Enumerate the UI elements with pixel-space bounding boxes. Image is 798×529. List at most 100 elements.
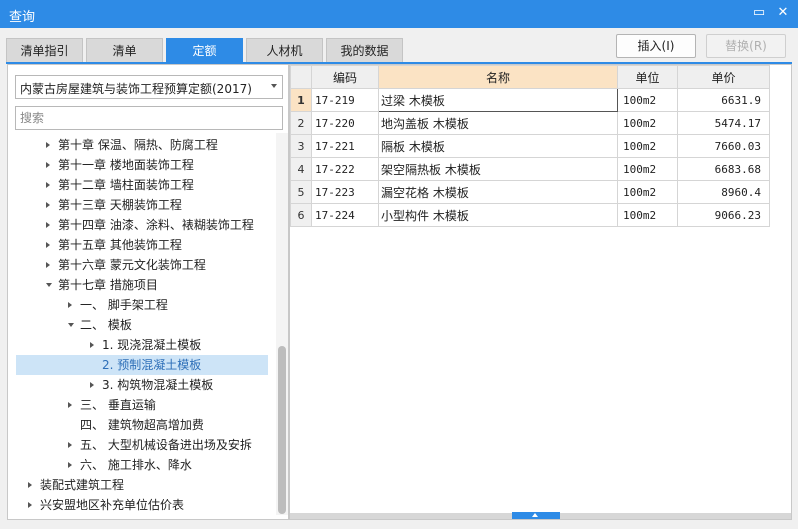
replace-button[interactable]: 替换(R) [706, 34, 786, 58]
tree-node-label: 兴安盟地区补充单位估价表 [40, 498, 185, 512]
tree-scrollbar[interactable] [276, 133, 288, 515]
collapsed-arrow-icon[interactable] [90, 342, 94, 348]
tree-node[interactable]: 四、 建筑物超高增加费 [16, 415, 268, 435]
tree-node[interactable]: 三、 垂直运输 [16, 395, 268, 415]
splitter-grip[interactable] [512, 512, 560, 519]
tree-node-label: 第十章 保温、隔热、防腐工程 [58, 138, 218, 152]
table-row[interactable]: 1 17-219 过梁 木模板 100m2 6631.9 [290, 88, 770, 112]
tree-node[interactable]: 第十六章 蒙元文化装饰工程 [16, 255, 268, 275]
tree-node[interactable]: 第十七章 措施项目 [16, 275, 268, 295]
collapsed-arrow-icon[interactable] [46, 142, 50, 148]
tree-node[interactable]: 第十一章 楼地面装饰工程 [16, 155, 268, 175]
tree-node-label: 3. 构筑物混凝土模板 [102, 378, 214, 392]
tree-node-label: 第十七章 措施项目 [58, 278, 158, 292]
quota-table-body: 1 17-219 过梁 木模板 100m2 6631.9 2 17-220 地沟盖板 木模板 1… [290, 88, 770, 227]
insert-button[interactable]: 插入(I) [616, 34, 696, 58]
quota-library-select[interactable]: 内蒙古房屋建筑与装饰工程预算定额(2017) [15, 75, 283, 99]
table-row[interactable]: 5 17-223 漏空花格 木模板 100m2 8960.4 [290, 180, 770, 204]
collapsed-arrow-icon[interactable] [46, 162, 50, 168]
search-input[interactable] [15, 106, 283, 130]
collapsed-arrow-icon[interactable] [68, 462, 72, 468]
tree-node[interactable]: 第十章 保温、隔热、防腐工程 [16, 135, 268, 155]
collapsed-arrow-icon[interactable] [46, 202, 50, 208]
unit-cell: 100m2 [617, 134, 678, 158]
tree-node-label: 二、 模板 [80, 318, 132, 332]
price-cell: 8960.4 [677, 180, 770, 204]
tree-node[interactable]: 第十四章 油漆、涂料、裱糊装饰工程 [16, 215, 268, 235]
tree-node-label: 2. 预制混凝土模板 [102, 358, 202, 372]
expanded-arrow-icon[interactable] [46, 283, 52, 287]
tree-node[interactable]: 兴安盟地区补充单位估价表 [16, 495, 268, 515]
unit-column-header[interactable]: 单位 [617, 65, 678, 89]
tree-node-label: 第十二章 墙柱面装饰工程 [58, 178, 194, 192]
code-cell: 17-221 [311, 134, 379, 158]
collapsed-arrow-icon[interactable] [46, 242, 50, 248]
row-number-cell: 3 [290, 134, 312, 158]
code-cell: 17-219 [311, 88, 379, 112]
tree-node[interactable]: 1. 现浇混凝土模板 [16, 335, 268, 355]
code-cell: 17-222 [311, 157, 379, 181]
price-cell: 7660.03 [677, 134, 770, 158]
tab-bill[interactable]: 清单 [86, 38, 163, 62]
tree-node-label: 第十四章 油漆、涂料、裱糊装饰工程 [58, 218, 254, 232]
tree-node[interactable]: 3. 构筑物混凝土模板 [16, 375, 268, 395]
collapsed-arrow-icon[interactable] [28, 502, 32, 508]
row-number-cell: 4 [290, 157, 312, 181]
tree-node[interactable]: 五、 大型机械设备进出场及安拆 [16, 435, 268, 455]
table-row[interactable]: 6 17-224 小型构件 木模板 100m2 9066.23 [290, 203, 770, 227]
code-column-header[interactable]: 编码 [311, 65, 379, 89]
close-icon[interactable]: ✕ [776, 6, 790, 20]
row-number-cell: 6 [290, 203, 312, 227]
collapsed-arrow-icon[interactable] [90, 382, 94, 388]
tab-quota[interactable]: 定额 [166, 38, 243, 62]
horizontal-splitter[interactable] [290, 512, 791, 519]
collapsed-arrow-icon[interactable] [28, 482, 32, 488]
tree-node[interactable]: 二、 模板 [16, 315, 268, 335]
tree-node[interactable]: 装配式建筑工程 [16, 475, 268, 495]
collapsed-arrow-icon[interactable] [68, 402, 72, 408]
tree-node[interactable]: 一、 脚手架工程 [16, 295, 268, 315]
row-number-cell: 2 [290, 111, 312, 135]
tree-node-label: 第十六章 蒙元文化装饰工程 [58, 258, 206, 272]
name-cell: 小型构件 木模板 [378, 203, 618, 227]
tree-node-label: 四、 建筑物超高增加费 [80, 418, 204, 432]
tree-node-label: 第十五章 其他装饰工程 [58, 238, 182, 252]
collapsed-arrow-icon[interactable] [46, 262, 50, 268]
tab-bill-guide[interactable]: 清单指引 [6, 38, 83, 62]
unit-cell: 100m2 [617, 180, 678, 204]
window-title: 查询 [9, 10, 36, 25]
collapsed-arrow-icon[interactable] [68, 302, 72, 308]
title-bar: 查询 ▭ ✕ [0, 0, 798, 28]
table-row[interactable]: 3 17-221 隔板 木模板 100m2 7660.03 [290, 134, 770, 158]
minimize-icon[interactable]: ▭ [752, 6, 766, 20]
tree-node[interactable]: 第十五章 其他装饰工程 [16, 235, 268, 255]
table-row[interactable]: 4 17-222 架空隔热板 木模板 100m2 6683.68 [290, 157, 770, 181]
tree-node[interactable]: 2. 预制混凝土模板 [16, 355, 268, 375]
tab-my-data[interactable]: 我的数据 [326, 38, 403, 62]
price-cell: 6683.68 [677, 157, 770, 181]
row-number-cell: 1 [290, 88, 312, 112]
name-column-header[interactable]: 名称 [378, 65, 618, 89]
tree-node[interactable]: 六、 施工排水、降水 [16, 455, 268, 475]
unit-cell: 100m2 [617, 111, 678, 135]
price-cell: 9066.23 [677, 203, 770, 227]
price-cell: 6631.9 [677, 88, 770, 112]
price-column-header[interactable]: 单价 [677, 65, 770, 89]
collapsed-arrow-icon[interactable] [46, 182, 50, 188]
tree-scrollbar-thumb[interactable] [278, 346, 286, 514]
code-cell: 17-223 [311, 180, 379, 204]
tree-node-label: 第十一章 楼地面装饰工程 [58, 158, 194, 172]
name-cell: 地沟盖板 木模板 [378, 111, 618, 135]
name-cell: 隔板 木模板 [378, 134, 618, 158]
table-row[interactable]: 2 17-220 地沟盖板 木模板 100m2 5474.17 [290, 111, 770, 135]
tree-node-label: 六、 施工排水、降水 [80, 458, 192, 472]
chapter-tree: 第十章 保温、隔热、防腐工程 第十一章 楼地面装饰工程 第十二章 墙柱面装饰工程 第十… [8, 135, 270, 517]
unit-cell: 100m2 [617, 203, 678, 227]
collapsed-arrow-icon[interactable] [46, 222, 50, 228]
collapsed-arrow-icon[interactable] [68, 442, 72, 448]
table-header-row: 编码 名称 单位 单价 [290, 65, 770, 89]
tab-labor-material-machine[interactable]: 人材机 [246, 38, 323, 62]
tree-node[interactable]: 第十三章 天棚装饰工程 [16, 195, 268, 215]
expanded-arrow-icon[interactable] [68, 323, 74, 327]
tree-node[interactable]: 第十二章 墙柱面装饰工程 [16, 175, 268, 195]
